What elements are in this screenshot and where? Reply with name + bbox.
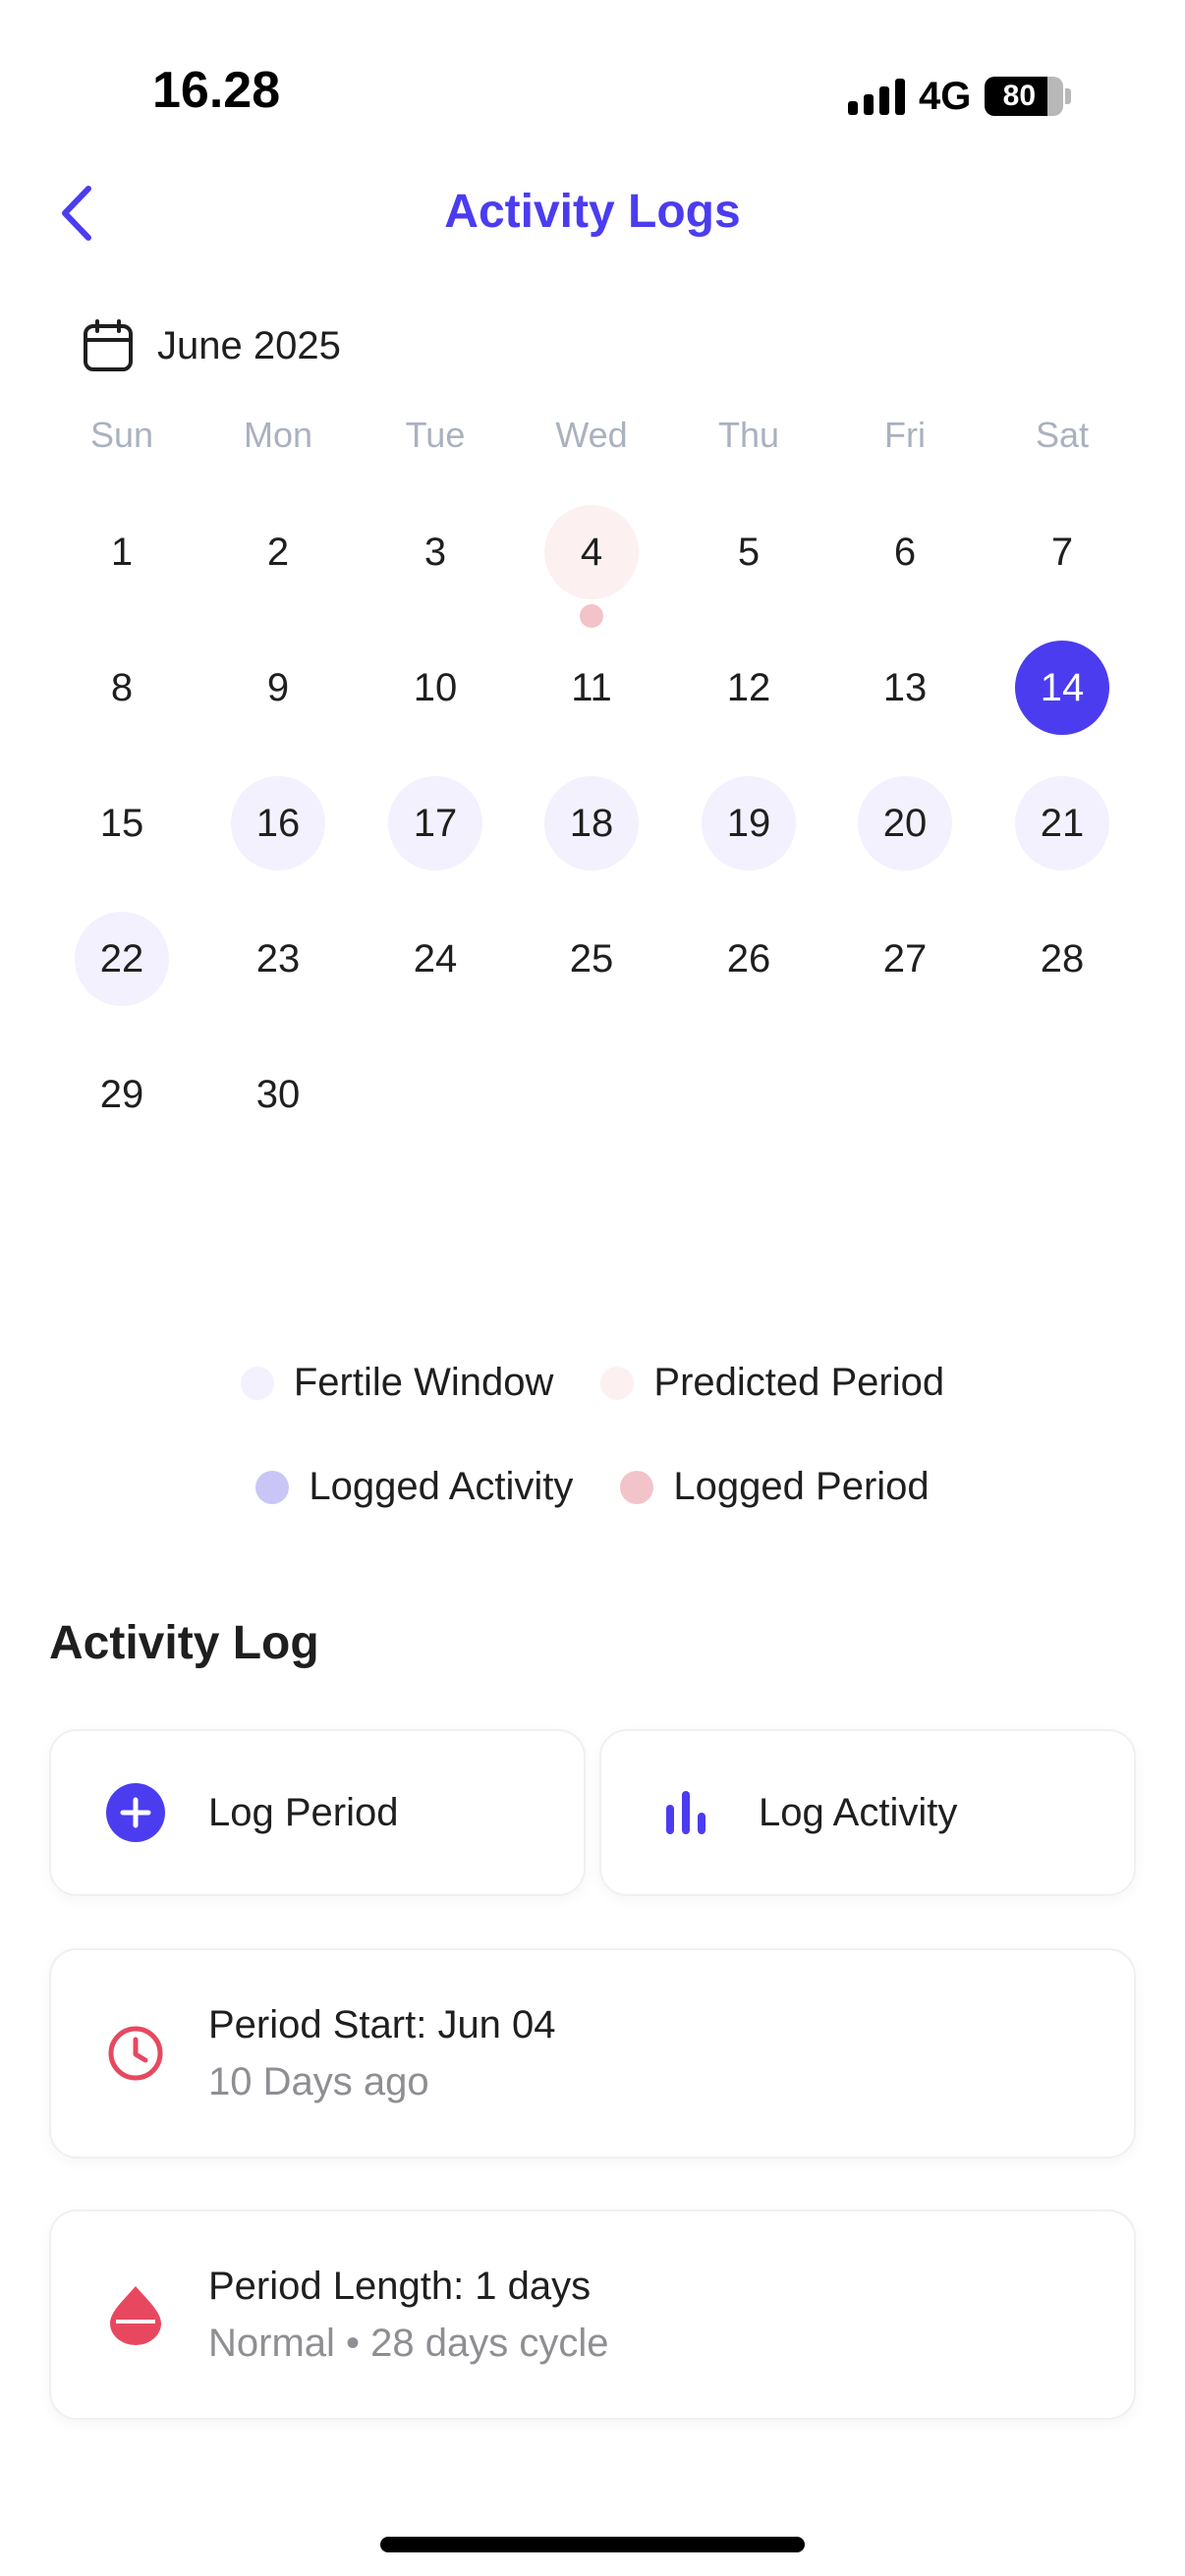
- calendar-day[interactable]: 25: [544, 912, 639, 1006]
- battery-level: 80: [1002, 80, 1037, 112]
- legend-fertile-window: Fertile Window: [240, 1361, 554, 1405]
- legend-swatch: [255, 1470, 290, 1504]
- calendar-day[interactable]: 4: [544, 505, 639, 599]
- weekday-mon: Mon: [243, 415, 313, 455]
- calendar-day[interactable]: 28: [1015, 912, 1109, 1006]
- status-time: 16.28: [152, 62, 281, 119]
- calendar-day[interactable]: 16: [231, 776, 325, 870]
- calendar-day[interactable]: 6: [858, 505, 952, 599]
- calendar-day[interactable]: 30: [231, 1047, 325, 1142]
- calendar-day[interactable]: 27: [858, 912, 952, 1006]
- calendar-day[interactable]: 24: [388, 912, 482, 1006]
- droplet-icon: [110, 2286, 161, 2345]
- calendar-day[interactable]: 22: [75, 912, 169, 1006]
- calendar-day[interactable]: 2: [231, 505, 325, 599]
- weekday-wed: Wed: [555, 415, 628, 455]
- legend-label: Fertile Window: [293, 1361, 554, 1404]
- period-start-title: Period Start: Jun 04: [208, 2003, 556, 2046]
- calendar-day[interactable]: 29: [75, 1047, 169, 1142]
- clock-icon: [108, 2026, 163, 2081]
- battery-icon: 80: [985, 77, 1064, 116]
- calendar-day[interactable]: 20: [858, 776, 952, 870]
- legend-predicted-period: Predicted Period: [600, 1361, 944, 1405]
- calendar-day[interactable]: 12: [702, 641, 796, 735]
- period-length-title: Period Length: 1 days: [208, 2265, 592, 2308]
- legend-label: Logged Period: [673, 1465, 930, 1508]
- calendar-day[interactable]: 15: [75, 776, 169, 870]
- bar-chart-icon: [666, 1791, 705, 1834]
- period-start-subtitle: 10 Days ago: [208, 2060, 429, 2103]
- weekday-sun: Sun: [89, 415, 154, 455]
- calendar-day[interactable]: 19: [702, 776, 796, 870]
- network-label: 4G: [919, 74, 972, 118]
- period-length-card[interactable]: Period Length: 1 days Normal • 28 days c…: [49, 2210, 1136, 2420]
- calendar-day[interactable]: 21: [1015, 776, 1109, 870]
- calendar-day[interactable]: 9: [231, 641, 325, 735]
- legend-label: Logged Activity: [309, 1465, 574, 1508]
- weekday-header: Sun Mon Tue Wed Thu Fri Sat: [0, 415, 1185, 464]
- calendar-day[interactable]: 23: [231, 912, 325, 1006]
- period-length-subtitle: Normal • 28 days cycle: [208, 2322, 609, 2365]
- log-period-button[interactable]: Log Period: [49, 1729, 586, 1896]
- calendar-day[interactable]: 13: [858, 641, 952, 735]
- calendar-day[interactable]: 14: [1015, 641, 1109, 735]
- legend-row-2: Logged Activity Logged Period: [0, 1465, 1185, 1509]
- legend-swatch: [620, 1470, 654, 1504]
- legend-swatch: [600, 1366, 635, 1400]
- legend-logged-activity: Logged Activity: [255, 1465, 573, 1509]
- weekday-tue: Tue: [405, 415, 466, 455]
- log-activity-label: Log Activity: [759, 1790, 958, 1834]
- period-length-text: Period Length: 1 days Normal • 28 days c…: [208, 2258, 608, 2372]
- month-label: June 2025: [157, 323, 341, 367]
- calendar-day[interactable]: 26: [702, 912, 796, 1006]
- weekday-fri: Fri: [884, 415, 926, 455]
- calendar-day[interactable]: 17: [388, 776, 482, 870]
- status-indicators: 4G 80: [848, 71, 1072, 122]
- calendar-day[interactable]: 8: [75, 641, 169, 735]
- plus-circle-icon: [106, 1783, 165, 1842]
- calendar-day[interactable]: 11: [544, 641, 639, 735]
- calendar-day[interactable]: 7: [1015, 505, 1109, 599]
- legend-label: Predicted Period: [653, 1361, 945, 1404]
- legend-row-1: Fertile Window Predicted Period: [0, 1361, 1185, 1405]
- activity-log-title: Activity Log: [49, 1617, 319, 1669]
- period-start-card[interactable]: Period Start: Jun 04 10 Days ago: [49, 1948, 1136, 2158]
- log-activity-button[interactable]: Log Activity: [599, 1729, 1136, 1896]
- page-title: Activity Logs: [444, 186, 741, 238]
- month-selector[interactable]: June 2025: [83, 319, 341, 372]
- period-start-text: Period Start: Jun 04 10 Days ago: [208, 1996, 556, 2110]
- status-bar: 16.28 4G 80: [0, 0, 1185, 187]
- calendar-day[interactable]: 5: [702, 505, 796, 599]
- calendar-day[interactable]: 1: [75, 505, 169, 599]
- calendar-day[interactable]: 18: [544, 776, 639, 870]
- home-indicator: [380, 2537, 805, 2552]
- weekday-thu: Thu: [717, 415, 780, 455]
- battery-cap: [1065, 88, 1072, 104]
- calendar-day[interactable]: 3: [388, 505, 482, 599]
- signal-icon: [848, 78, 905, 115]
- logged-period-dot: [580, 604, 603, 628]
- legend-swatch: [240, 1366, 274, 1400]
- legend-logged-period: Logged Period: [620, 1465, 930, 1509]
- log-period-label: Log Period: [208, 1790, 399, 1834]
- calendar-day[interactable]: 10: [388, 641, 482, 735]
- calendar-icon: [84, 319, 133, 371]
- weekday-sat: Sat: [1035, 415, 1090, 455]
